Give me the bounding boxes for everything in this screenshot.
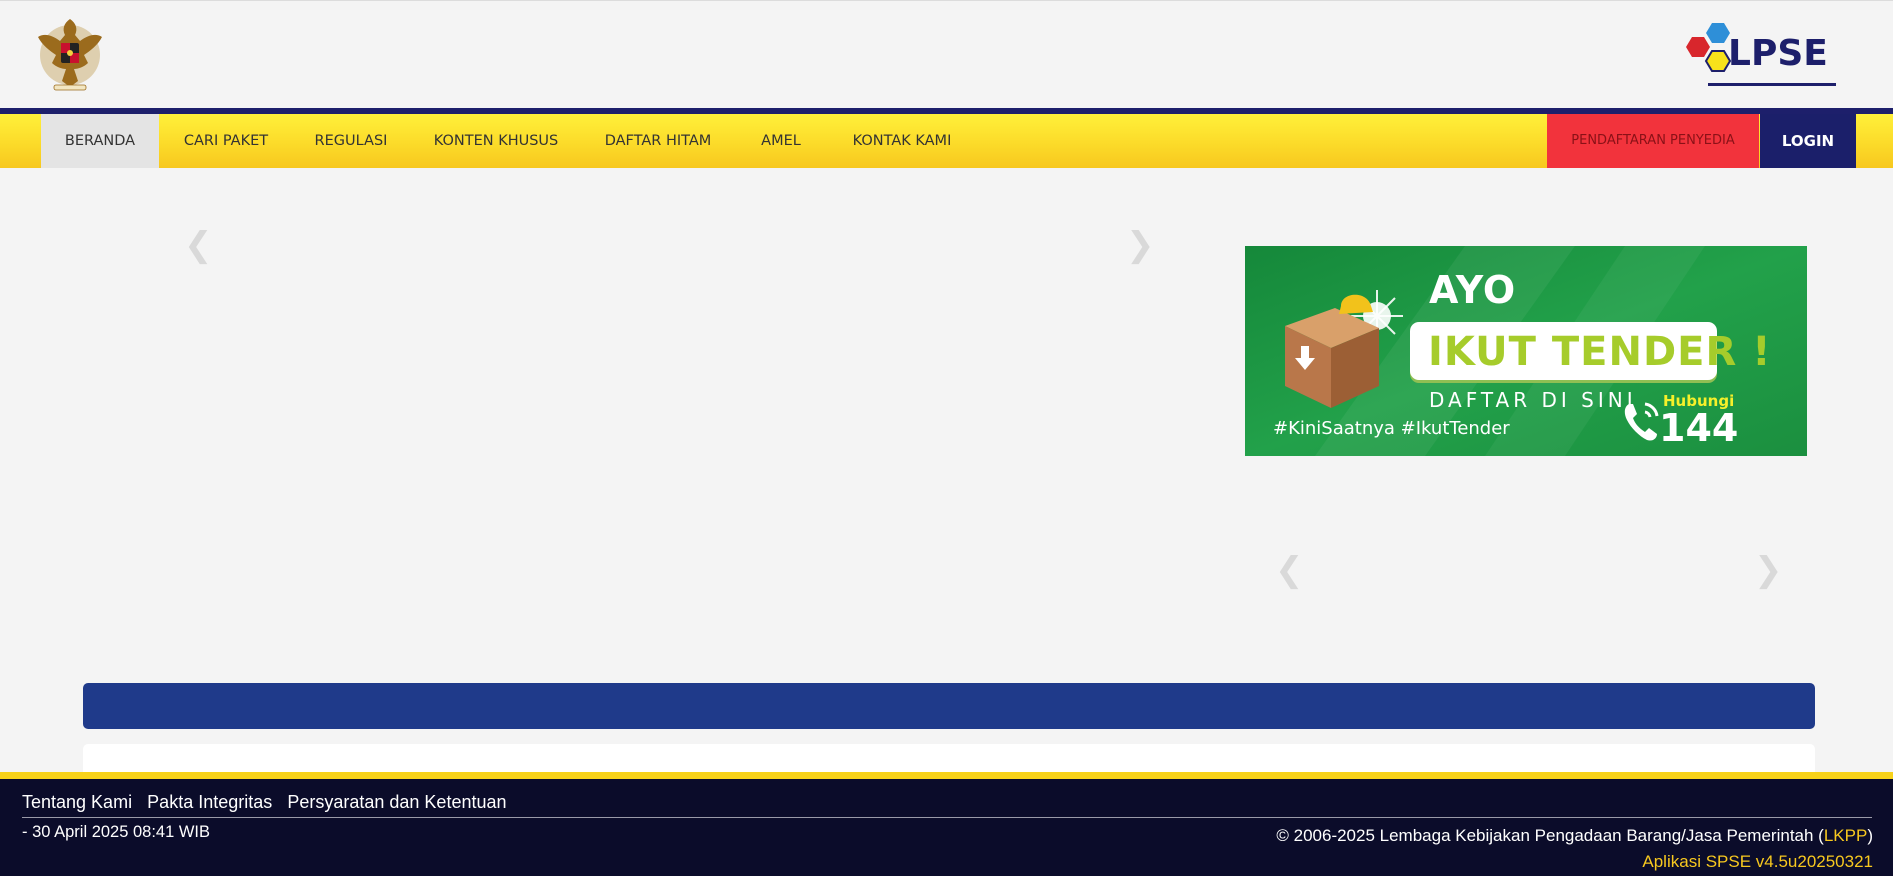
banner-hashtags: #KiniSaatnya #IkutTender (1273, 418, 1510, 439)
garuda-emblem-icon (38, 19, 102, 91)
phone-icon (1624, 402, 1659, 441)
chevron-right-icon[interactable]: ❯ (1126, 228, 1155, 262)
footer-copyright: © 2006-2025 Lembaga Kebijakan Pengadaan … (1276, 826, 1873, 846)
nav-item-amel[interactable]: AMEL (744, 114, 818, 168)
banner-headline: AYO (1429, 268, 1517, 312)
footer-link-tentang-kami[interactable]: Tentang Kami (22, 792, 132, 812)
main-navbar: BERANDA CARI PAKET REGULASI KONTEN KHUSU… (0, 114, 1893, 168)
chevron-left-icon[interactable]: ❮ (1275, 553, 1304, 587)
footer-link-pakta-integritas[interactable]: Pakta Integritas (147, 792, 272, 812)
footer-link-persyaratan[interactable]: Persyaratan dan Ketentuan (287, 792, 506, 812)
copyright-prefix: © 2006-2025 Lembaga Kebijakan Pengadaan … (1276, 826, 1824, 845)
header: LPSE (0, 0, 1893, 108)
nav-item-konten-khusus[interactable]: KONTEN KHUSUS (420, 114, 572, 168)
nav-item-cari-paket[interactable]: CARI PAKET (164, 114, 288, 168)
promo-banner[interactable]: AYO IKUT TENDER ! DAFTAR DI SINI #KiniSa… (1245, 246, 1807, 456)
register-vendor-button[interactable]: PENDAFTARAN PENYEDIA (1547, 114, 1759, 168)
section-header-bar (83, 683, 1815, 729)
copyright-suffix: ) (1867, 826, 1873, 845)
footer-divider (22, 817, 1872, 818)
lpse-hexagon-logo-icon: LPSE (1686, 23, 1836, 86)
footer: Tentang Kami Pakta Integritas Persyarata… (0, 772, 1893, 876)
footer-links: Tentang Kami Pakta Integritas Persyarata… (22, 792, 517, 813)
banner-hotline-number: 144 (1659, 406, 1739, 450)
content-card (83, 744, 1815, 774)
app-version: Aplikasi SPSE v4.5u20250321 (1642, 852, 1873, 871)
banner-tagline: IKUT TENDER ! (1428, 329, 1772, 375)
footer-date: - 30 April 2025 08:41 WIB (22, 823, 211, 841)
login-button[interactable]: LOGIN (1760, 114, 1856, 168)
lpse-logo-text: LPSE (1728, 33, 1828, 74)
chevron-right-icon[interactable]: ❯ (1754, 553, 1783, 587)
nav-item-regulasi[interactable]: REGULASI (300, 114, 402, 168)
banner-subtitle: DAFTAR DI SINI (1429, 388, 1637, 412)
lkpp-link[interactable]: LKPP (1824, 826, 1867, 845)
nav-item-beranda[interactable]: BERANDA (41, 114, 159, 168)
nav-item-daftar-hitam[interactable]: DAFTAR HITAM (590, 114, 726, 168)
nav-item-kontak-kami[interactable]: KONTAK KAMI (838, 114, 966, 168)
chevron-left-icon[interactable]: ❮ (184, 228, 213, 262)
package-box-icon (1285, 290, 1403, 408)
